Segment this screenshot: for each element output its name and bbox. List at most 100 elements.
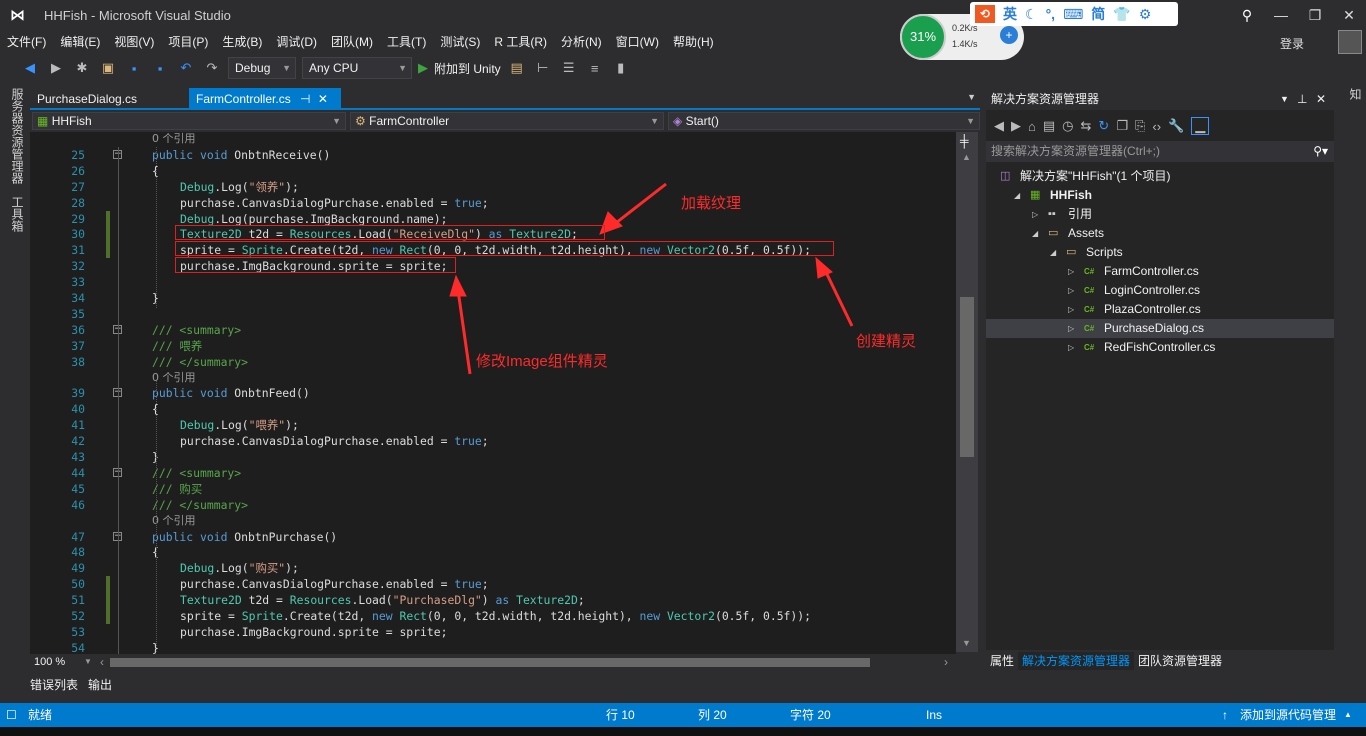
menu-test[interactable]: 测试(S) xyxy=(433,32,487,52)
collapsed-arrow-icon[interactable]: ▷ xyxy=(1068,319,1074,338)
menu-edit[interactable]: 编辑(E) xyxy=(53,32,107,52)
keyboard-icon[interactable]: ⌨ xyxy=(1063,6,1083,23)
quick-launch-search-icon[interactable]: ⚲ xyxy=(1232,4,1262,26)
reference-count-link[interactable]: 0 个引用 xyxy=(152,513,196,529)
tree-item[interactable]: ▷ C# LoginController.cs xyxy=(986,281,1334,300)
tab-solution-explorer[interactable]: 解决方案资源管理器 xyxy=(1018,652,1135,670)
chevron-up-icon[interactable]: ▲ xyxy=(1344,703,1352,727)
properties-wrench-icon[interactable]: 🔧 xyxy=(1168,118,1184,134)
ime-toolbar[interactable]: ⟲ 英 ☾ °, ⌨ 简 👕 ⚙ xyxy=(970,2,1178,26)
close-tab-icon[interactable]: ✕ xyxy=(318,92,328,106)
play-icon[interactable]: ▶ xyxy=(418,60,428,76)
show-all-files-icon[interactable]: ⎘ xyxy=(1135,118,1145,134)
code-editor[interactable]: 0 个引用 25− public void OnbtnReceive() 26{27 D… xyxy=(30,132,956,654)
pin-icon[interactable]: ⊥ xyxy=(1297,88,1307,110)
find-icon[interactable]: ▤ xyxy=(507,60,527,76)
save-icon[interactable]: ▪ xyxy=(124,61,144,76)
zoom-level-dropdown[interactable]: 100 % xyxy=(34,656,65,668)
punctuation-icon[interactable]: °, xyxy=(1046,6,1056,22)
solution-search-input[interactable]: 搜索解决方案资源管理器(Ctrl+;) ⚲▾ xyxy=(986,141,1334,162)
minimize-button[interactable]: — xyxy=(1266,4,1296,26)
collapse-all-icon[interactable]: ❐ xyxy=(1116,118,1128,134)
pending-changes-icon[interactable]: ◷ xyxy=(1062,118,1073,134)
scroll-left-icon[interactable]: ‹ xyxy=(100,655,104,669)
sync-icon[interactable]: ⇆ xyxy=(1081,118,1092,134)
ime-lang-toggle[interactable]: 英 xyxy=(1003,4,1017,24)
moon-icon[interactable]: ☾ xyxy=(1025,6,1038,23)
server-explorer-tab[interactable]: 服务器资源管理器 xyxy=(9,88,26,184)
menu-team[interactable]: 团队(M) xyxy=(324,32,380,52)
tree-item[interactable]: ▷ ▪▪ 引用 xyxy=(986,205,1334,224)
pin-icon[interactable]: ⊣ xyxy=(300,92,310,106)
home-icon[interactable]: ⌂ xyxy=(1028,119,1036,134)
menu-project[interactable]: 项目(P) xyxy=(161,32,215,52)
tree-item[interactable]: ▷ C# FarmController.cs xyxy=(986,262,1334,281)
tab-overflow-icon[interactable]: ▼ xyxy=(967,92,976,102)
class-dropdown[interactable]: ⚙ FarmController ▼ xyxy=(350,112,664,130)
back-icon[interactable]: ◀ xyxy=(994,118,1004,134)
collapsed-arrow-icon[interactable]: ▷ xyxy=(1068,300,1074,319)
menu-view[interactable]: 视图(V) xyxy=(107,32,161,52)
tab-purchasedialog[interactable]: PurchaseDialog.cs xyxy=(30,88,144,110)
tree-item[interactable]: ◢ ▦ HHFish xyxy=(986,186,1334,205)
view-code-icon[interactable]: ‹› xyxy=(1152,119,1161,134)
tree-item[interactable]: ◢ ▭ Scripts xyxy=(986,243,1334,262)
close-button[interactable]: ✕ xyxy=(1334,4,1364,26)
menu-r-tools[interactable]: R 工具(R) xyxy=(487,32,554,52)
tree-item[interactable]: ▷ C# PlazaController.cs xyxy=(986,300,1334,319)
tab-error-list[interactable]: 错误列表 xyxy=(30,676,78,693)
member-dropdown[interactable]: ◈ Start() ▼ xyxy=(668,112,980,130)
forward-icon[interactable]: ▶ xyxy=(1011,118,1021,134)
login-link[interactable]: 登录 xyxy=(1280,35,1304,52)
tab-team-explorer[interactable]: 团队资源管理器 xyxy=(1134,652,1226,670)
collapsed-arrow-icon[interactable]: ▷ xyxy=(1068,262,1074,281)
panel-menu-icon[interactable]: ▼ xyxy=(1280,88,1289,110)
search-icon[interactable]: ⚲▾ xyxy=(1313,141,1328,162)
save-all-icon[interactable]: ▪ xyxy=(150,61,170,76)
list-icon[interactable]: ☰ xyxy=(559,60,579,76)
chevron-down-icon[interactable]: ▼ xyxy=(84,657,92,666)
menu-build[interactable]: 生成(B) xyxy=(215,32,269,52)
scroll-up-icon[interactable]: ▲ xyxy=(962,152,971,162)
expanded-arrow-icon[interactable]: ◢ xyxy=(1050,243,1056,262)
collapsed-arrow-icon[interactable]: ▷ xyxy=(1032,205,1038,224)
reference-count-link[interactable]: 0 个引用 xyxy=(152,132,196,147)
collapsed-arrow-icon[interactable]: ▷ xyxy=(1068,338,1074,357)
menu-help[interactable]: 帮助(H) xyxy=(666,32,721,52)
menu-file[interactable]: 文件(F) xyxy=(0,32,53,52)
menu-analyze[interactable]: 分析(N) xyxy=(554,32,609,52)
switch-views-icon[interactable]: ▤ xyxy=(1043,118,1055,134)
scroll-right-icon[interactable]: › xyxy=(944,655,948,669)
forward-icon[interactable]: ▶ xyxy=(46,60,66,76)
comment-icon[interactable]: ≡ xyxy=(585,61,605,76)
align-icon[interactable]: ⊢ xyxy=(533,60,553,76)
tree-item[interactable]: ◢ ▭ Assets xyxy=(986,224,1334,243)
scroll-thumb[interactable] xyxy=(960,297,974,457)
add-to-source-control-button[interactable]: 添加到源代码管理 xyxy=(1240,703,1336,727)
tree-item[interactable]: ▷ C# RedFishController.cs xyxy=(986,338,1334,357)
scroll-down-icon[interactable]: ▼ xyxy=(962,638,971,648)
collapsed-arrow-icon[interactable]: ▷ xyxy=(1068,281,1074,300)
reference-count-link[interactable]: 0 个引用 xyxy=(152,370,196,386)
redo-icon[interactable]: ↷ xyxy=(202,60,222,76)
tree-item[interactable]: ◫ 解决方案"HHFish"(1 个项目) xyxy=(986,167,1334,186)
menu-window[interactable]: 窗口(W) xyxy=(609,32,666,52)
expanded-arrow-icon[interactable]: ◢ xyxy=(1032,224,1038,243)
hscroll-thumb[interactable] xyxy=(110,658,870,667)
undo-icon[interactable]: ↶ xyxy=(176,60,196,76)
menu-tools[interactable]: 工具(T) xyxy=(380,32,433,52)
preview-icon[interactable]: ▁ xyxy=(1191,117,1210,135)
solution-config-dropdown[interactable]: Debug ▼ xyxy=(228,57,296,79)
split-icon[interactable]: ╪ xyxy=(960,134,969,148)
notifications-tab[interactable]: 通知 xyxy=(1347,88,1366,100)
attach-to-unity-button[interactable]: 附加到 Unity xyxy=(434,60,501,77)
toolbox-tab[interactable]: 工具箱 xyxy=(9,196,26,232)
tab-farmcontroller[interactable]: FarmController.cs ⊣ ✕ xyxy=(189,88,341,110)
tree-item[interactable]: ▷ C# PurchaseDialog.cs xyxy=(986,319,1334,338)
back-icon[interactable]: ◀ xyxy=(20,60,40,76)
expanded-arrow-icon[interactable]: ◢ xyxy=(1014,186,1020,205)
restore-button[interactable]: ❐ xyxy=(1300,4,1330,26)
open-file-icon[interactable]: ▣ xyxy=(98,60,118,76)
tab-properties[interactable]: 属性 xyxy=(986,652,1018,670)
close-panel-icon[interactable]: ✕ xyxy=(1316,88,1326,110)
